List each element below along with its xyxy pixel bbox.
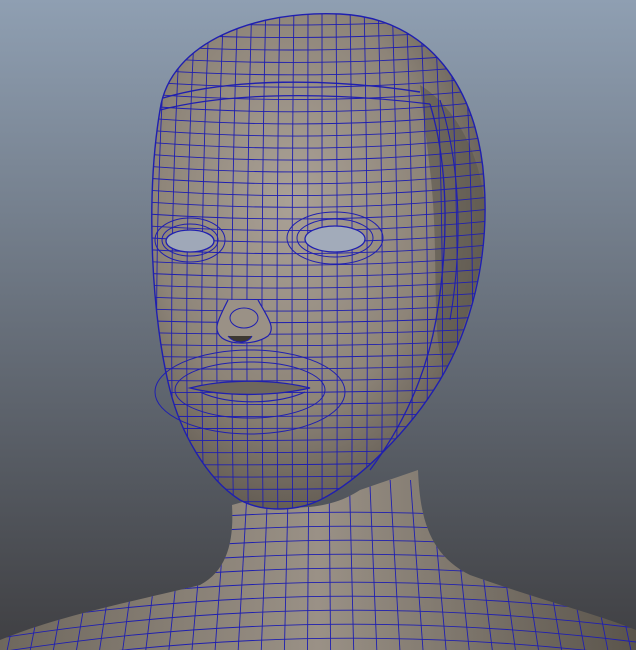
3d-viewport[interactable] <box>0 0 636 650</box>
head-mesh-render[interactable] <box>0 0 636 650</box>
head-mesh <box>151 12 486 510</box>
